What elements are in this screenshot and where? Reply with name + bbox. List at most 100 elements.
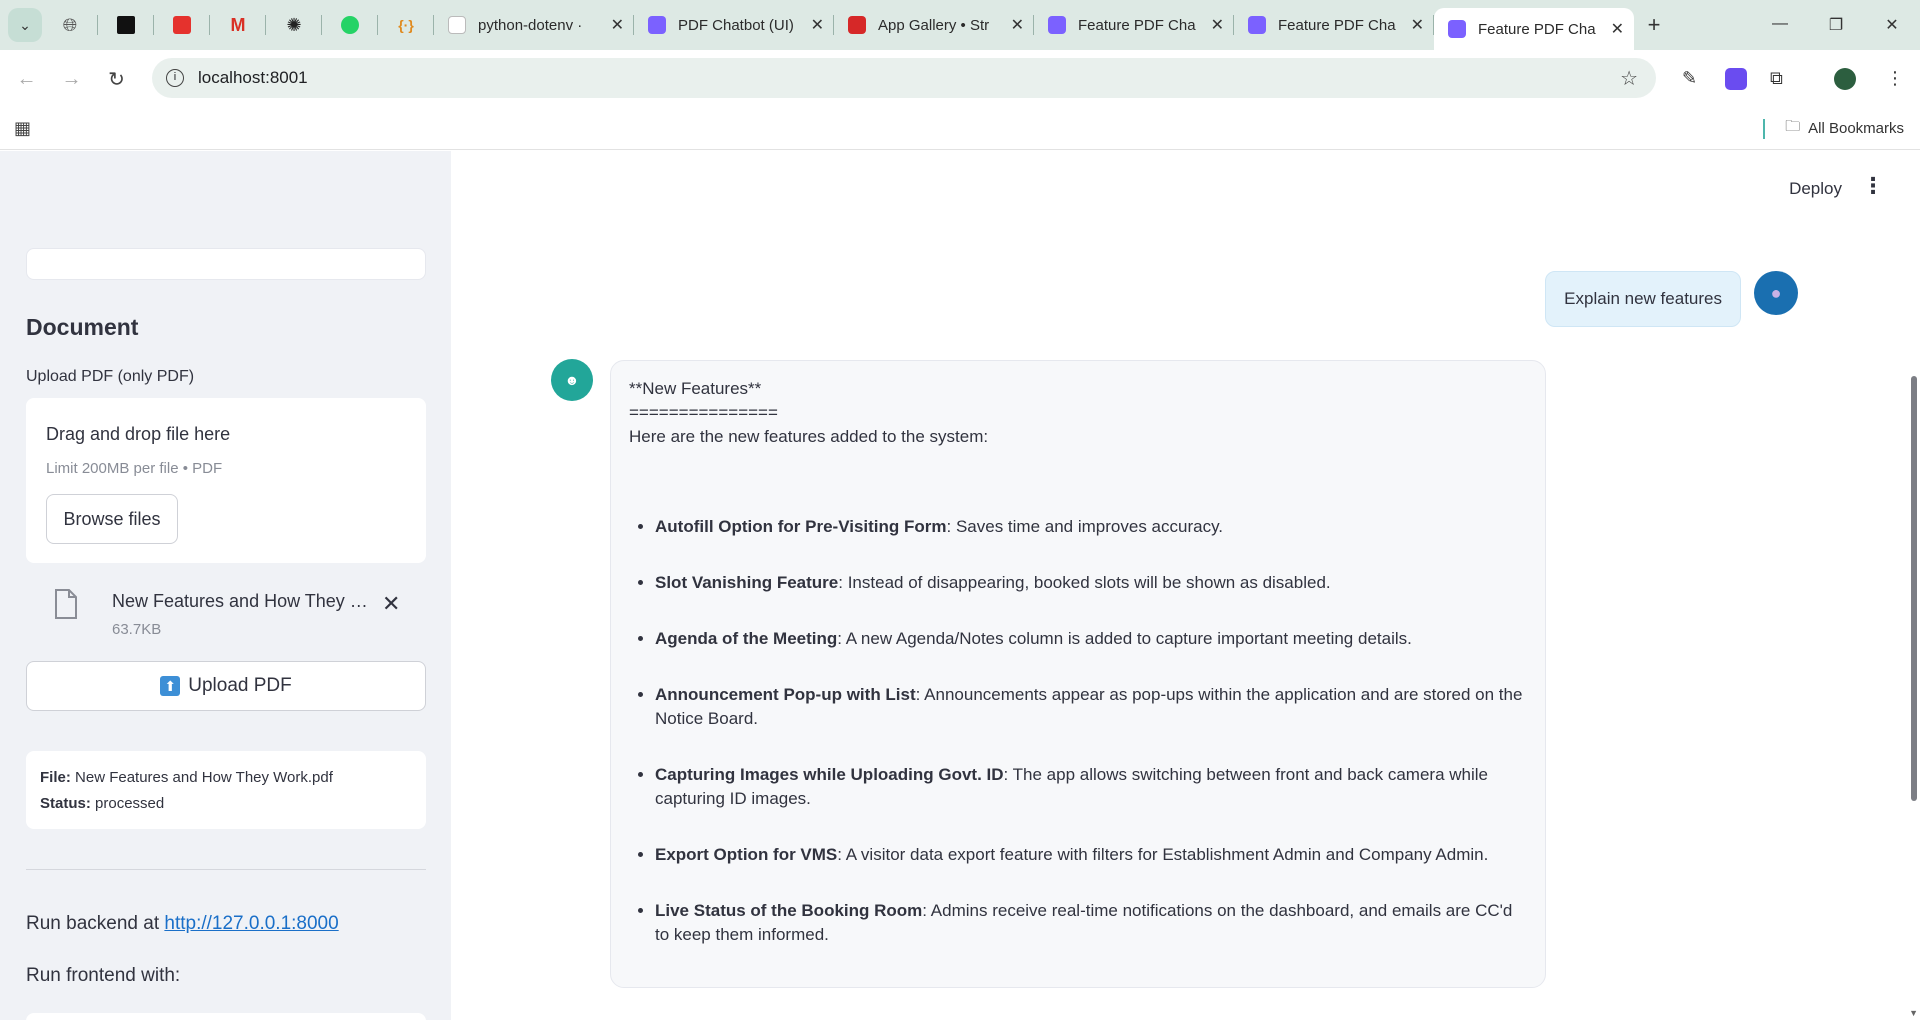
feature-list: Autofill Option for Pre-Visiting Form: S…	[629, 515, 1527, 947]
minimize-icon[interactable]: —	[1752, 15, 1808, 35]
streamlit-icon	[848, 16, 866, 34]
feature-text: : A new Agenda/Notes column is added to …	[837, 629, 1412, 648]
profile-avatar[interactable]	[1834, 68, 1856, 90]
uploaded-file-name: New Features and How They Work.pdf	[112, 591, 374, 611]
list-item: Live Status of the Booking Room: Admins …	[655, 899, 1527, 947]
pinned-tab-json[interactable]: {·}	[378, 0, 434, 50]
backend-link[interactable]: http://127.0.0.1:8000	[164, 913, 338, 934]
document-icon	[448, 16, 466, 34]
dropzone-title: Drag and drop file here	[46, 424, 231, 444]
bookmarks-bar: ▦ 🗀 All Bookmarks	[0, 108, 1920, 150]
folder-icon: 🗀	[1785, 118, 1801, 135]
feature-title: Agenda of the Meeting	[655, 629, 838, 648]
upload-arrow-icon: ⬆	[160, 676, 181, 696]
tab-title: Feature PDF Cha	[1078, 16, 1196, 34]
user-message: Explain new features	[1545, 271, 1741, 327]
menu-dots-icon[interactable]: ⋮	[1886, 68, 1904, 89]
bot-avatar-icon: ☻	[551, 359, 593, 401]
close-icon[interactable]: ✕	[1611, 19, 1624, 39]
close-icon[interactable]: ✕	[1011, 15, 1024, 35]
info-status-value: processed	[95, 795, 165, 812]
tab-pdf-chatbot[interactable]: PDF Chatbot (UI) ✕	[634, 0, 834, 50]
apps-grid-icon[interactable]: ▦	[14, 118, 31, 139]
restore-icon[interactable]: ❐	[1808, 15, 1864, 35]
tab-title: Feature PDF Cha	[1478, 20, 1596, 38]
user-avatar-icon: ●	[1754, 271, 1798, 315]
upload-label: Upload PDF (only PDF)	[26, 368, 195, 385]
uploaded-file-size: 63.7KB	[112, 621, 162, 638]
tab-title: PDF Chatbot (UI)	[678, 16, 794, 34]
site-info-icon[interactable]: i	[166, 69, 184, 87]
tab-feature-pdf-2[interactable]: Feature PDF Cha ✕	[1234, 0, 1434, 50]
file-dropzone[interactable]: Drag and drop file here Limit 200MB per …	[26, 398, 426, 563]
reload-icon[interactable]: ↻	[94, 67, 139, 92]
pinned-tab-gmail[interactable]: M	[210, 0, 266, 50]
robot-icon	[1448, 20, 1466, 38]
pinned-tab-terminal[interactable]	[98, 0, 154, 50]
extension-icon[interactable]	[1725, 68, 1747, 90]
pinned-tab-globe[interactable]: 🌐︎	[42, 0, 98, 50]
frontend-code-block	[26, 1013, 426, 1020]
file-status-box: File: New Features and How They Work.pdf…	[26, 751, 426, 829]
close-icon[interactable]: ✕	[611, 15, 624, 35]
robot-icon	[1048, 16, 1066, 34]
feature-title: Slot Vanishing Feature	[655, 573, 839, 592]
all-bookmarks-label: All Bookmarks	[1808, 120, 1904, 137]
terminal-icon	[117, 16, 135, 34]
back-icon[interactable]: ←	[4, 68, 49, 91]
feature-text: : Saves time and improves accuracy.	[946, 517, 1224, 536]
message-line: Here are the new features added to the s…	[629, 427, 989, 446]
robot-icon	[648, 16, 666, 34]
assistant-message: **New Features** =============== Here ar…	[610, 360, 1546, 988]
feature-text: : A visitor data export feature with fil…	[837, 845, 1489, 864]
scroll-down-icon[interactable]: ▼	[1909, 1008, 1918, 1018]
close-icon[interactable]: ✕	[811, 15, 824, 35]
tab-title: Feature PDF Cha	[1278, 16, 1396, 34]
tab-feature-pdf-active[interactable]: Feature PDF Cha ✕	[1434, 8, 1634, 50]
pinned-tab-speedtest[interactable]	[154, 0, 210, 50]
forward-icon[interactable]: →	[49, 68, 94, 91]
file-icon	[55, 589, 77, 619]
address-bar[interactable]: i localhost:8001 ☆	[152, 58, 1656, 98]
close-icon[interactable]: ✕	[1211, 15, 1224, 35]
upload-pdf-label: Upload PDF	[188, 675, 292, 696]
tab-app-gallery[interactable]: App Gallery • Str ✕	[834, 0, 1034, 50]
remove-file-icon[interactable]: ✕	[382, 591, 400, 617]
info-file-label: File:	[40, 769, 71, 786]
tab-python-dotenv[interactable]: python-dotenv · ✕	[434, 0, 634, 50]
main-scrollbar[interactable]: ▼	[1906, 151, 1920, 1020]
sidebar-empty-field	[26, 248, 426, 280]
feature-title: Export Option for VMS	[655, 845, 838, 864]
puzzle-icon[interactable]: ⧉	[1770, 68, 1783, 89]
tab-search-icon[interactable]: ⌄	[8, 8, 42, 42]
bookmark-star-icon[interactable]: ☆	[1620, 66, 1638, 91]
sidebar-divider	[26, 869, 426, 870]
list-item: Export Option for VMS: A visitor data ex…	[655, 843, 1527, 867]
upload-pdf-button[interactable]: ⬆ Upload PDF	[26, 661, 426, 711]
close-icon[interactable]: ✕	[1411, 15, 1424, 35]
all-bookmarks-button[interactable]: 🗀 All Bookmarks	[1763, 116, 1904, 141]
list-item: Capturing Images while Uploading Govt. I…	[655, 763, 1527, 811]
deploy-button[interactable]: Deploy	[1789, 179, 1842, 199]
url-text[interactable]: localhost:8001	[198, 68, 308, 88]
sidebar: Document Upload PDF (only PDF) Drag and …	[0, 151, 451, 1020]
chatgpt-icon: ✺	[286, 14, 302, 35]
tab-title: App Gallery • Str	[878, 16, 990, 34]
app-menu-icon[interactable]: ⋮	[1862, 173, 1884, 199]
run-backend-text: Run backend at http://127.0.0.1:8000	[26, 913, 339, 935]
info-status-label: Status:	[40, 795, 91, 812]
tab-feature-pdf-1[interactable]: Feature PDF Cha ✕	[1034, 0, 1234, 50]
window-close-icon[interactable]: ✕	[1864, 15, 1920, 35]
feature-title: Capturing Images while Uploading Govt. I…	[655, 765, 1004, 784]
scrollbar-thumb[interactable]	[1911, 376, 1917, 801]
feature-title: Announcement Pop-up with List	[655, 685, 916, 704]
message-line: **New Features**	[629, 379, 762, 398]
new-tab-button[interactable]: +	[1634, 12, 1674, 38]
pinned-tab-chatgpt[interactable]: ✺	[266, 0, 322, 50]
list-item: Agenda of the Meeting: A new Agenda/Note…	[655, 627, 1527, 651]
browse-files-button[interactable]: Browse files	[46, 494, 178, 544]
eyedropper-icon[interactable]: ✎	[1682, 68, 1697, 89]
pinned-tab-whatsapp[interactable]	[322, 0, 378, 50]
list-item: Slot Vanishing Feature: Instead of disap…	[655, 571, 1527, 595]
main-content: Deploy ⋮ Explain new features ● ☻ **New …	[451, 151, 1920, 1020]
